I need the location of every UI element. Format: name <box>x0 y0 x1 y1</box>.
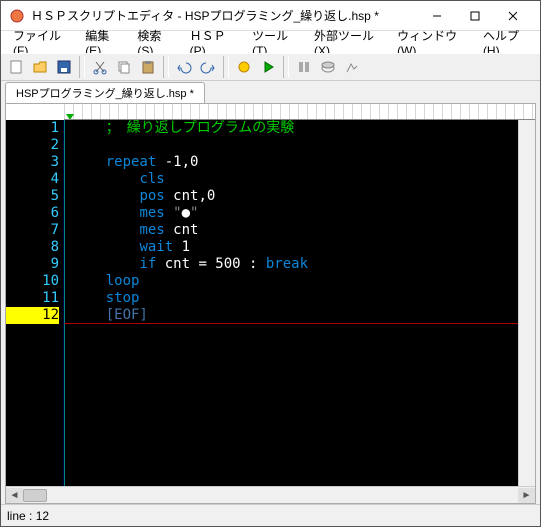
code-text: cnt = 500 : <box>156 256 266 272</box>
code-string: " <box>190 205 198 221</box>
redo-button[interactable] <box>197 56 219 78</box>
tool1-button[interactable] <box>293 56 315 78</box>
line-number-current: 12 <box>6 307 59 324</box>
code-func: pos <box>139 188 164 204</box>
scroll-right-button[interactable]: ► <box>518 488 535 503</box>
line-number: 1 <box>6 120 59 137</box>
line-number: 6 <box>6 205 59 222</box>
copy-button[interactable] <box>113 56 135 78</box>
line-number: 10 <box>6 273 59 290</box>
line-number: 8 <box>6 239 59 256</box>
line-number: 4 <box>6 171 59 188</box>
vertical-scrollbar[interactable] <box>518 120 535 486</box>
app-icon <box>9 8 25 24</box>
code-text: -1,0 <box>156 154 198 170</box>
code-keyword: break <box>266 256 308 272</box>
code-text: 1 <box>173 239 190 255</box>
open-button[interactable] <box>29 56 51 78</box>
code-keyword: if <box>139 256 156 272</box>
code-bullet: ● <box>182 205 190 221</box>
code-func: mes <box>139 222 164 238</box>
horizontal-scrollbar[interactable]: ◄ ► <box>6 486 535 503</box>
toolbar <box>1 53 540 81</box>
eof-rule <box>64 323 535 324</box>
new-button[interactable] <box>5 56 27 78</box>
code-func: cls <box>139 171 164 187</box>
cut-button[interactable] <box>89 56 111 78</box>
compile-button[interactable] <box>257 56 279 78</box>
line-number: 5 <box>6 188 59 205</box>
line-number: 2 <box>6 137 59 154</box>
paste-button[interactable] <box>137 56 159 78</box>
editor: 1 2 3 4 5 6 7 8 9 10 11 12 ； 繰り返しプログラムの実… <box>5 103 536 504</box>
code-func: mes <box>139 205 164 221</box>
line-number: 3 <box>6 154 59 171</box>
status-line-label: line : <box>7 509 32 523</box>
status-bar: line : 12 <box>1 504 540 526</box>
status-line-value: 12 <box>36 509 49 523</box>
code-eof: [EOF] <box>106 307 148 323</box>
run-button[interactable] <box>233 56 255 78</box>
window-title: ＨＳＰスクリプトエディタ - HSPプログラミング_繰り返し.hsp * <box>31 7 418 24</box>
menubar: ファイル(F) 編集(E) 検索(S) ＨＳＰ(P) ツール(T) 外部ツール(… <box>1 31 540 53</box>
code-line <box>72 137 535 154</box>
edge-line <box>64 120 65 486</box>
tool2-button[interactable] <box>317 56 339 78</box>
code-keyword: repeat <box>106 154 157 170</box>
undo-button[interactable] <box>173 56 195 78</box>
line-gutter: 1 2 3 4 5 6 7 8 9 10 11 12 <box>6 120 64 486</box>
scroll-thumb[interactable] <box>23 489 47 502</box>
ruler <box>64 104 535 120</box>
line-number: 9 <box>6 256 59 273</box>
line-number: 11 <box>6 290 59 307</box>
tab-strip: HSPプログラミング_繰り返し.hsp * <box>1 81 540 103</box>
code-string: " <box>165 205 182 221</box>
code-comment: ； 繰り返しプログラムの実験 <box>106 120 295 136</box>
save-button[interactable] <box>53 56 75 78</box>
code-area[interactable]: ； 繰り返しプログラムの実験 repeat -1,0 cls pos cnt,0… <box>64 120 535 486</box>
line-number: 7 <box>6 222 59 239</box>
file-tab[interactable]: HSPプログラミング_繰り返し.hsp * <box>5 82 205 103</box>
scroll-left-button[interactable]: ◄ <box>6 488 23 503</box>
tool3-button[interactable] <box>341 56 363 78</box>
code-text: cnt,0 <box>165 188 216 204</box>
code-func: wait <box>139 239 173 255</box>
code-keyword: loop <box>106 273 140 289</box>
code-text: cnt <box>165 222 199 238</box>
code-keyword: stop <box>106 290 140 306</box>
